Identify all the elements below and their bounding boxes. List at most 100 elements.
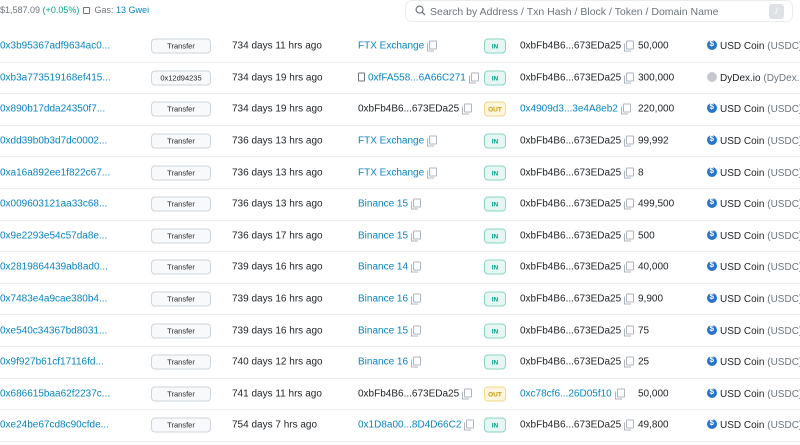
copy-icon[interactable]: [464, 419, 475, 431]
copy-icon[interactable]: [624, 325, 635, 337]
search-icon: [415, 5, 426, 16]
from-address-text[interactable]: FTX Exchange: [358, 167, 424, 178]
to-address-text: 0xbFb4B6...673EDa25: [520, 325, 622, 337]
token-name[interactable]: USD Coin: [720, 326, 764, 337]
copy-icon[interactable]: [462, 388, 473, 400]
token-name[interactable]: USD Coin: [720, 136, 764, 147]
from-address-text[interactable]: 0xfFA558...6A66C271: [368, 72, 466, 83]
token-name[interactable]: USD Coin: [720, 199, 764, 210]
txn-age: 741 days 11 hrs ago: [232, 388, 322, 400]
txn-hash-link[interactable]: 0x009603121aa33c68...: [0, 199, 107, 210]
from-address: Binance 15: [358, 325, 422, 337]
token-link[interactable]: USD Coin (USDC): [707, 197, 800, 210]
copy-icon[interactable]: [624, 419, 635, 431]
txn-hash-link[interactable]: 0xa16a892ee1f822c67...: [0, 167, 110, 178]
token-logo-icon: [707, 355, 717, 367]
from-address-text[interactable]: Binance 15: [358, 325, 408, 336]
token-link[interactable]: USD Coin (USDC): [707, 387, 800, 400]
txn-hash-link[interactable]: 0x2819864439ab8ad0...: [0, 262, 108, 273]
copy-icon[interactable]: [624, 72, 635, 84]
copy-icon[interactable]: [427, 167, 438, 179]
copy-icon[interactable]: [614, 388, 625, 400]
from-address-text[interactable]: 0x1D8a00...8D4D66C2: [358, 420, 461, 431]
quantity: 8: [638, 167, 644, 179]
token-link[interactable]: USD Coin (USDC): [707, 134, 800, 147]
copy-icon[interactable]: [411, 293, 422, 305]
txn-age: 740 days 12 hrs ago: [232, 356, 323, 368]
txn-hash-link[interactable]: 0x3b95367adf9634ac0...: [0, 41, 110, 52]
copy-icon[interactable]: [624, 167, 635, 179]
to-address-text: 0xbFb4B6...673EDa25: [520, 40, 622, 52]
search-input[interactable]: [430, 3, 760, 20]
token-link[interactable]: USD Coin (USDC): [707, 166, 800, 179]
copy-icon[interactable]: [624, 261, 635, 273]
token-link[interactable]: DyDex.io (DyDex...: [707, 71, 800, 84]
token-name[interactable]: USD Coin: [720, 357, 764, 368]
token-link[interactable]: USD Coin (USDC): [707, 292, 800, 305]
token-logo-icon: [707, 387, 717, 398]
token-logo-icon: [707, 39, 717, 51]
to-address-text[interactable]: 0xc78cf6...26D05f10: [520, 388, 612, 399]
copy-icon[interactable]: [427, 40, 438, 52]
from-address-text[interactable]: Binance 16: [358, 294, 408, 305]
token-name[interactable]: USD Coin: [720, 231, 764, 242]
to-address: 0xbFb4B6...673EDa25: [520, 325, 635, 337]
copy-icon[interactable]: [427, 135, 438, 147]
direction-badge: OUT: [484, 386, 506, 402]
token-link[interactable]: USD Coin (USDC): [707, 102, 800, 115]
search-bar[interactable]: /: [405, 0, 793, 22]
gas-value[interactable]: 13 Gwei: [116, 5, 149, 15]
from-address-text[interactable]: FTX Exchange: [358, 41, 424, 52]
copy-icon[interactable]: [411, 230, 422, 242]
from-address-text[interactable]: FTX Exchange: [358, 136, 424, 147]
txn-hash-link[interactable]: 0x9e2293e54c57da8e...: [0, 230, 107, 241]
token-name[interactable]: USD Coin: [720, 41, 764, 52]
copy-icon[interactable]: [624, 230, 635, 242]
copy-icon[interactable]: [462, 103, 473, 115]
token-link[interactable]: USD Coin (USDC): [707, 355, 800, 368]
from-address-text[interactable]: Binance 15: [358, 199, 408, 210]
token-link[interactable]: USD Coin (USDC): [707, 39, 800, 53]
from-address-text[interactable]: Binance 16: [358, 357, 408, 368]
copy-icon[interactable]: [624, 135, 635, 147]
token-name[interactable]: USD Coin: [720, 420, 764, 431]
copy-icon[interactable]: [411, 261, 422, 273]
token-name[interactable]: DyDex.io: [720, 73, 761, 84]
token-name[interactable]: USD Coin: [720, 104, 764, 115]
token-link[interactable]: USD Coin (USDC): [707, 260, 800, 273]
copy-icon[interactable]: [411, 325, 422, 337]
copy-icon[interactable]: [620, 103, 631, 115]
txn-hash-link[interactable]: 0xb3a773519168ef415...: [0, 72, 111, 83]
copy-icon[interactable]: [624, 356, 635, 368]
txn-hash-link[interactable]: 0xe24be67cd8c90cfde...: [0, 420, 109, 431]
txn-hash-link[interactable]: 0x7483e4a9cae380b4...: [0, 294, 107, 305]
token-name[interactable]: USD Coin: [720, 262, 764, 273]
token-symbol: (USDC): [767, 41, 800, 53]
from-address-text[interactable]: Binance 14: [358, 262, 408, 273]
from-address-text[interactable]: Binance 15: [358, 230, 408, 241]
to-address-text[interactable]: 0x4909d3...3e4A8eb2: [520, 104, 618, 115]
token-link[interactable]: USD Coin (USDC): [707, 418, 800, 431]
token-name[interactable]: USD Coin: [720, 389, 764, 400]
token-logo-icon: [707, 197, 717, 209]
copy-icon[interactable]: [624, 198, 635, 210]
method-badge: 0x12d94235: [151, 70, 211, 86]
txn-hash-link[interactable]: 0xe540c34367bd8031...: [0, 325, 107, 336]
token-name[interactable]: USD Coin: [720, 168, 764, 179]
copy-icon[interactable]: [411, 198, 422, 210]
txn-hash-link[interactable]: 0x9f927b61cf17116fd...: [0, 357, 104, 368]
copy-icon[interactable]: [411, 356, 422, 368]
copy-icon[interactable]: [624, 293, 635, 305]
txn-hash-link[interactable]: 0xdd39b0b3d7dc0002...: [0, 136, 107, 147]
copy-icon[interactable]: [624, 40, 635, 52]
txn-hash-link[interactable]: 0x686615baa62f2237c...: [0, 388, 110, 399]
token-name[interactable]: USD Coin: [720, 294, 764, 305]
txn-hash-link[interactable]: 0x890b17dda24350f7...: [0, 104, 105, 115]
token-link[interactable]: USD Coin (USDC): [707, 324, 800, 337]
gas-tracker[interactable]: Gas: 13 Gwei: [83, 5, 149, 15]
from-address: FTX Exchange: [358, 135, 438, 147]
token-symbol: (USDC): [767, 167, 800, 179]
direction-badge: IN: [484, 38, 506, 54]
token-link[interactable]: USD Coin (USDC): [707, 229, 800, 242]
copy-icon[interactable]: [468, 72, 479, 84]
